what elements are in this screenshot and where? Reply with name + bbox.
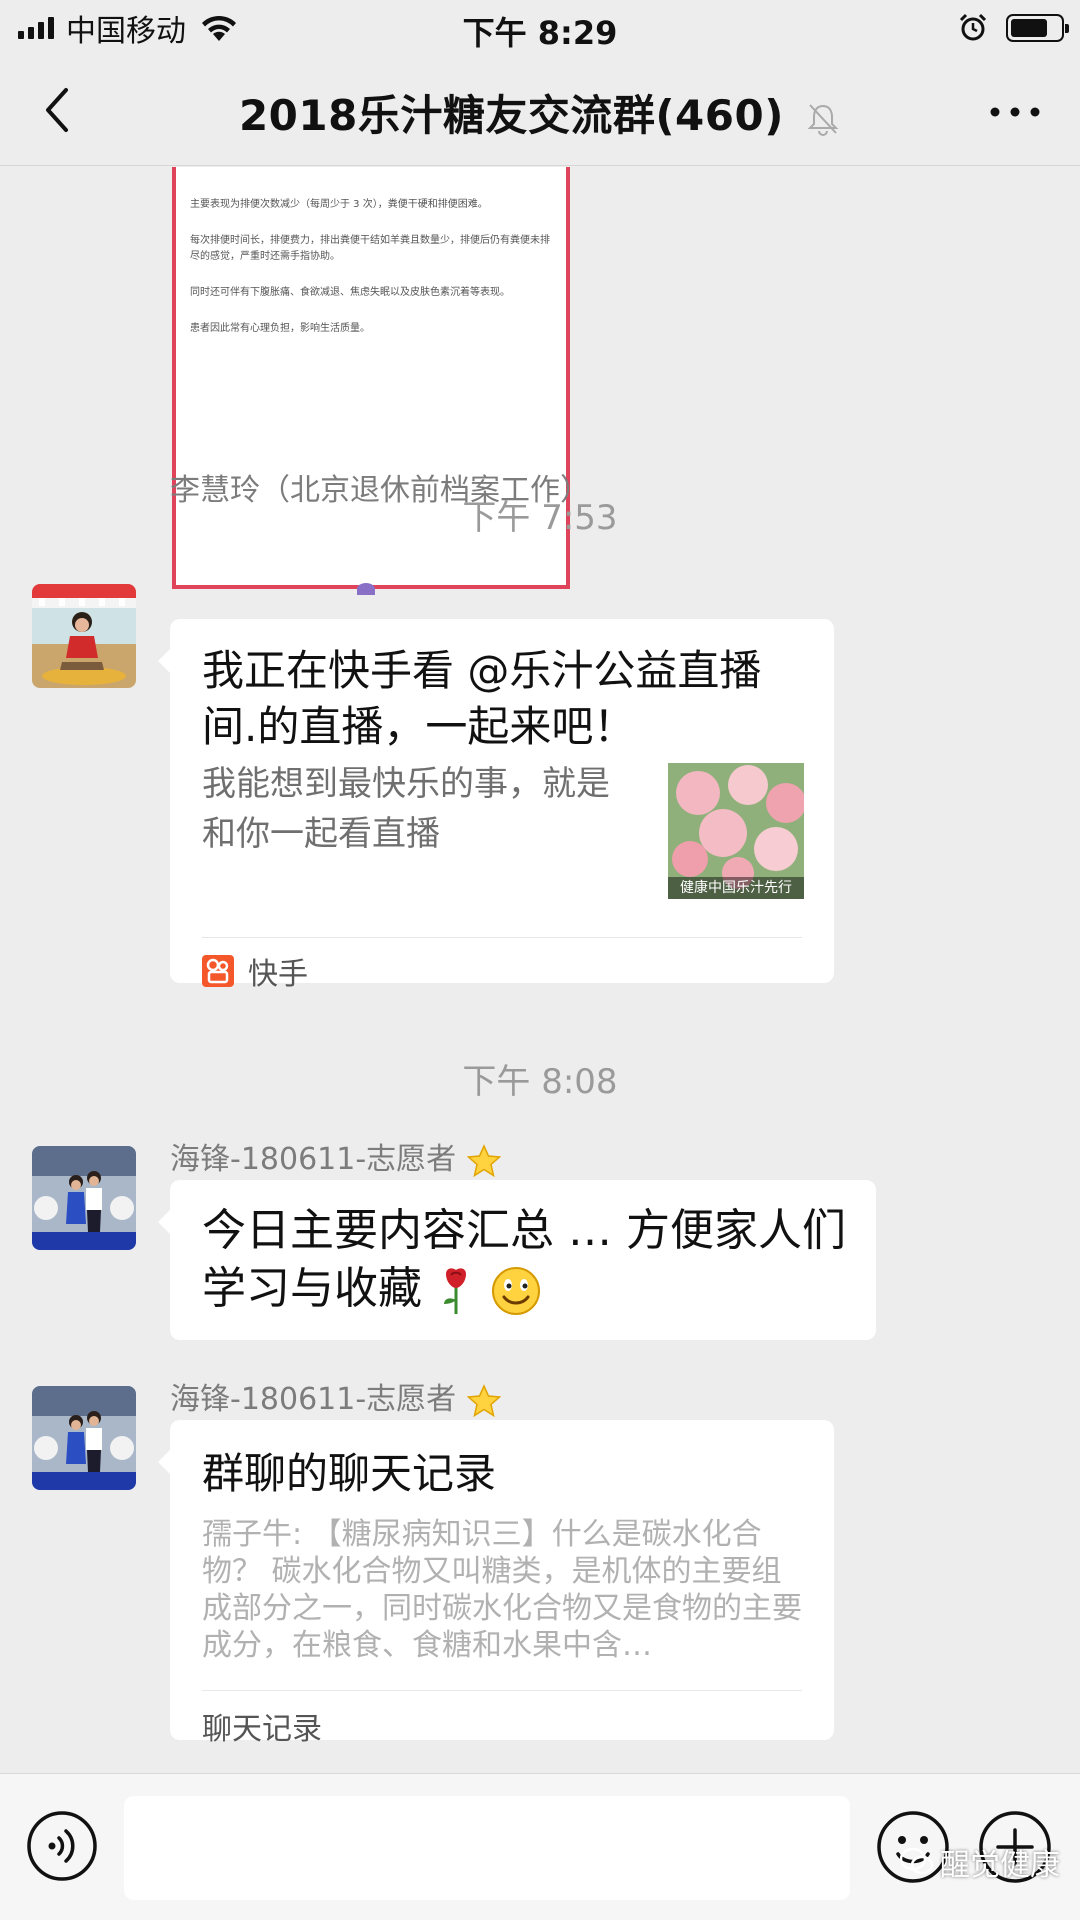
battery-fill (1011, 19, 1047, 37)
status-right (958, 10, 1069, 46)
text-message-bubble[interactable]: 今日主要内容汇总 … 方便家人们学习与收藏 (158, 1180, 876, 1340)
sender-name: 海锋-180611-志愿者 (170, 1142, 457, 1177)
star-icon (466, 1383, 502, 1417)
share-card-content: 我正在快手看 @乐汁公益直播间.的直播，一起来吧！ 我能想到最快乐的事，就是和你… (170, 619, 834, 992)
chat-history-label: 聊天记录 (202, 1712, 322, 1747)
share-card-source-label: 快手 (248, 957, 308, 992)
text-message-body: 今日主要内容汇总 … 方便家人们学习与收藏 (202, 1202, 882, 1318)
share-card-thumbnail: 健康中国乐汁先行 (668, 763, 804, 899)
watermark: 醒觉健康 (900, 1840, 1060, 1884)
timestamp: 下午 8:08 (462, 1062, 618, 1102)
avatar[interactable] (32, 584, 136, 688)
voice-icon[interactable] (26, 1810, 98, 1882)
avatar[interactable] (32, 1386, 136, 1490)
wechat-logo-icon (900, 1848, 934, 1875)
doc-line: 每次排便时间长，排便费力，排出粪便干结如羊粪且数量少，排便后仍有粪便未排尽的感觉… (190, 235, 550, 262)
sender-name: 李慧玲（北京退休前档案工作） (170, 473, 590, 508)
share-card-desc: 我能想到最快乐的事，就是和你一起看直播 (202, 764, 610, 854)
kuaishou-logo-icon (202, 955, 234, 987)
card-divider (202, 1690, 802, 1691)
message-input[interactable] (124, 1796, 850, 1900)
doc-line: 患者因此常有心理负担，影响生活质量。 (190, 323, 370, 334)
rose-icon (444, 1268, 466, 1314)
battery-icon (1006, 14, 1069, 42)
sender-name-wrap: 海锋-180611-志愿者 (170, 1134, 502, 1178)
input-bar: 醒觉健康 (0, 1773, 1080, 1920)
doc-line: 主要表现为排便次数减少（每周少于 3 次），粪便干硬和排便困难。 (190, 199, 488, 210)
status-bar: 中国移动 下午 8:29 (0, 0, 1080, 56)
share-card-source: 快手 (202, 945, 308, 997)
avatar[interactable] (32, 1146, 136, 1250)
status-time: 下午 8:29 (462, 14, 618, 52)
card-divider (202, 937, 802, 938)
doc-image-tail (357, 583, 375, 595)
share-card-title: 我正在快手看 @乐汁公益直播间.的直播，一起来吧！ (202, 646, 762, 751)
alarm-icon (959, 13, 987, 41)
star-icon (466, 1143, 502, 1177)
watermark-text: 醒觉健康 (940, 1848, 1060, 1883)
sender-name: 海锋-180611-志愿者 (170, 1382, 457, 1417)
thumbnail-caption: 健康中国乐汁先行 (680, 880, 792, 896)
chat-title-wrap: 2018乐汁糖友交流群(460) (0, 82, 1080, 143)
mute-bell-icon (807, 103, 839, 136)
chat-header: 2018乐汁糖友交流群(460) (0, 56, 1080, 166)
chat-title: 2018乐汁糖友交流群(460) (238, 91, 784, 140)
doc-line: 同时还可伴有下腹胀痛、食欲减退、焦虑失眠以及皮肤色素沉着等表现。 (190, 287, 510, 298)
chat-history-bubble[interactable]: 群聊的聊天记录 孺子牛: 【糖尿病知识三】什么是碳水化合物？ 碳水化合物又叫糖类… (158, 1420, 834, 1747)
chat-history-preview: 孺子牛: 【糖尿病知识三】什么是碳水化合物？ 碳水化合物又叫糖类，是机体的主要组… (202, 1517, 802, 1663)
sender-name-wrap: 海锋-180611-志愿者 (170, 1374, 502, 1418)
chat-history-title: 群聊的聊天记录 (202, 1449, 497, 1498)
smile-icon (492, 1267, 540, 1315)
more-icon[interactable] (980, 84, 1050, 140)
